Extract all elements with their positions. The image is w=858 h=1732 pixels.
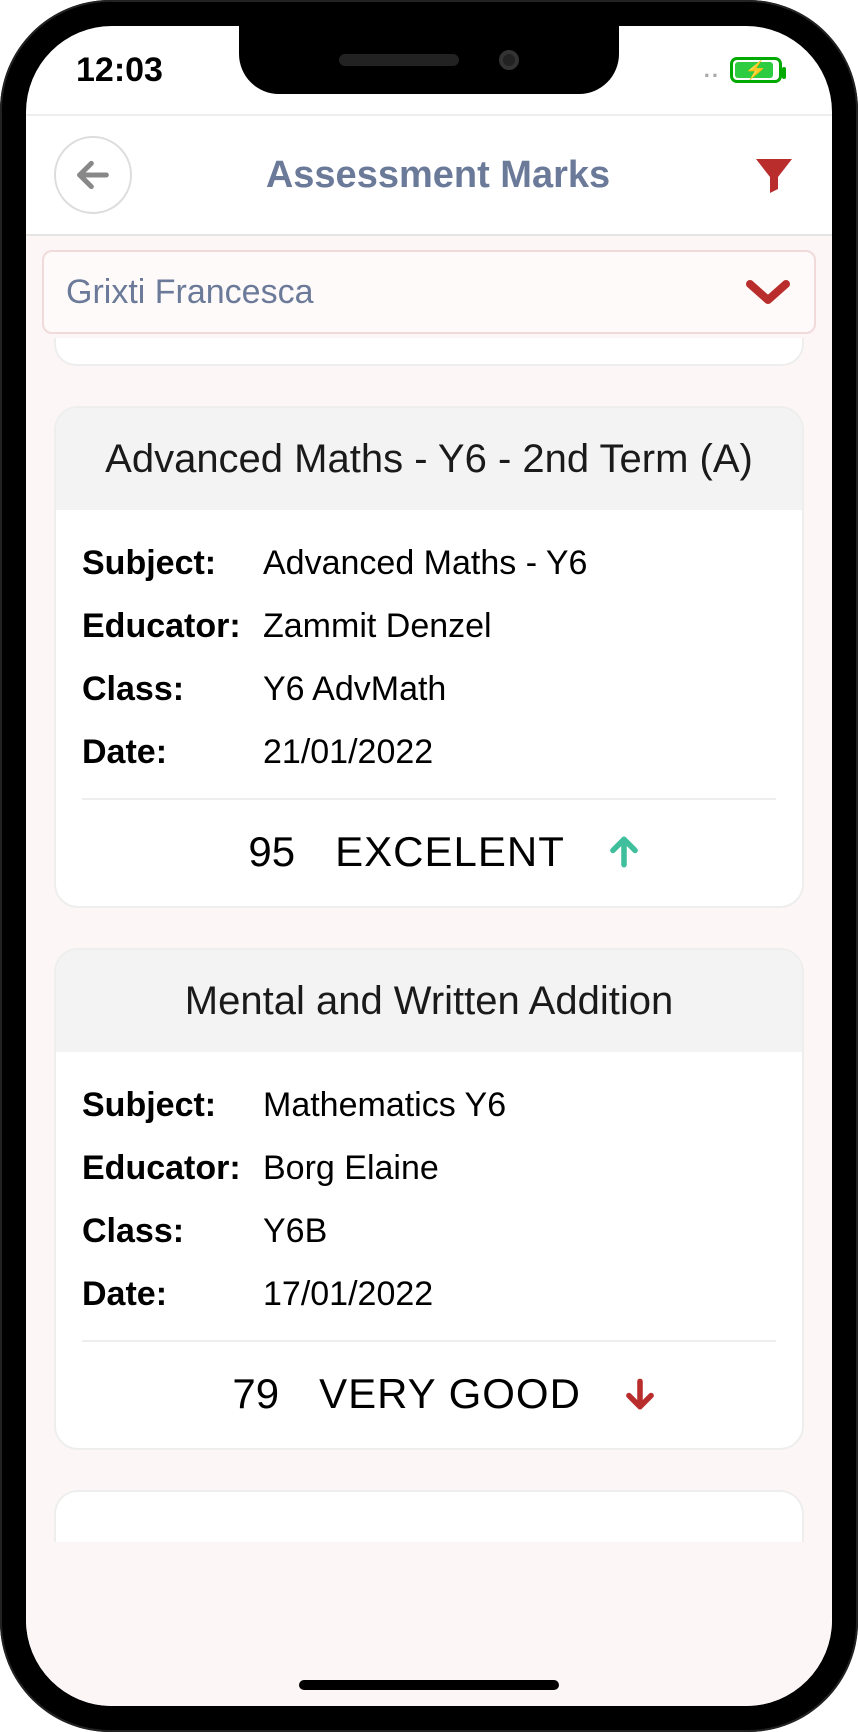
arrow-down-icon bbox=[621, 1375, 659, 1413]
educator-row: Educator: Borg Elaine bbox=[82, 1137, 776, 1200]
next-card-edge bbox=[54, 1490, 804, 1542]
app-content: Assessment Marks Grixti Francesca Advanc… bbox=[26, 114, 832, 1706]
date-row: Date: 17/01/2022 bbox=[82, 1263, 776, 1326]
educator-label: Educator: bbox=[82, 1149, 247, 1188]
score-value: 79 bbox=[199, 1370, 279, 1418]
date-value: 21/01/2022 bbox=[263, 733, 433, 772]
status-time: 12:03 bbox=[76, 51, 163, 90]
grade-value: VERY GOOD bbox=[319, 1370, 581, 1418]
subject-label: Subject: bbox=[82, 544, 247, 583]
assessment-title: Mental and Written Addition bbox=[56, 950, 802, 1052]
phone-notch bbox=[239, 26, 619, 94]
date-value: 17/01/2022 bbox=[263, 1275, 433, 1314]
class-label: Class: bbox=[82, 670, 247, 709]
arrow-up-icon bbox=[605, 833, 643, 871]
student-selected-name: Grixti Francesca bbox=[66, 273, 314, 312]
subject-value: Advanced Maths - Y6 bbox=[263, 544, 587, 583]
back-button[interactable] bbox=[54, 136, 132, 214]
assessment-card[interactable]: Mental and Written Addition Subject: Mat… bbox=[54, 948, 804, 1450]
funnel-icon bbox=[750, 151, 798, 199]
page-title: Assessment Marks bbox=[132, 154, 744, 197]
subject-label: Subject: bbox=[82, 1086, 247, 1125]
assessment-card[interactable]: Advanced Maths - Y6 - 2nd Term (A) Subje… bbox=[54, 406, 804, 908]
educator-value: Borg Elaine bbox=[263, 1149, 439, 1188]
educator-value: Zammit Denzel bbox=[263, 607, 492, 646]
grade-value: EXCELENT bbox=[335, 828, 565, 876]
subject-row: Subject: Advanced Maths - Y6 bbox=[82, 532, 776, 595]
status-signal-dots: .. bbox=[704, 57, 720, 83]
educator-label: Educator: bbox=[82, 607, 247, 646]
class-value: Y6B bbox=[263, 1212, 327, 1251]
filter-button[interactable] bbox=[744, 151, 804, 199]
class-label: Class: bbox=[82, 1212, 247, 1251]
score-value: 95 bbox=[215, 828, 295, 876]
date-row: Date: 21/01/2022 bbox=[82, 721, 776, 784]
charging-bolt-icon: ⚡ bbox=[745, 60, 767, 81]
subject-row: Subject: Mathematics Y6 bbox=[82, 1074, 776, 1137]
educator-row: Educator: Zammit Denzel bbox=[82, 595, 776, 658]
class-row: Class: Y6B bbox=[82, 1200, 776, 1263]
score-row: 79 VERY GOOD bbox=[56, 1346, 802, 1448]
date-label: Date: bbox=[82, 1275, 247, 1314]
home-indicator[interactable] bbox=[299, 1680, 559, 1690]
battery-icon: ⚡ bbox=[730, 57, 782, 83]
app-header: Assessment Marks bbox=[26, 116, 832, 236]
class-row: Class: Y6 AdvMath bbox=[82, 658, 776, 721]
date-label: Date: bbox=[82, 733, 247, 772]
score-row: 95 EXCELENT bbox=[56, 804, 802, 906]
class-value: Y6 AdvMath bbox=[263, 670, 446, 709]
arrow-left-icon bbox=[73, 155, 113, 195]
previous-card-edge bbox=[54, 338, 804, 366]
chevron-down-icon bbox=[744, 277, 792, 307]
student-dropdown[interactable]: Grixti Francesca bbox=[42, 250, 816, 334]
phone-screen: 12:03 .. ⚡ Assessment Marks bbox=[26, 26, 832, 1706]
assessment-title: Advanced Maths - Y6 - 2nd Term (A) bbox=[56, 408, 802, 510]
subject-value: Mathematics Y6 bbox=[263, 1086, 506, 1125]
phone-frame: 12:03 .. ⚡ Assessment Marks bbox=[0, 0, 858, 1732]
